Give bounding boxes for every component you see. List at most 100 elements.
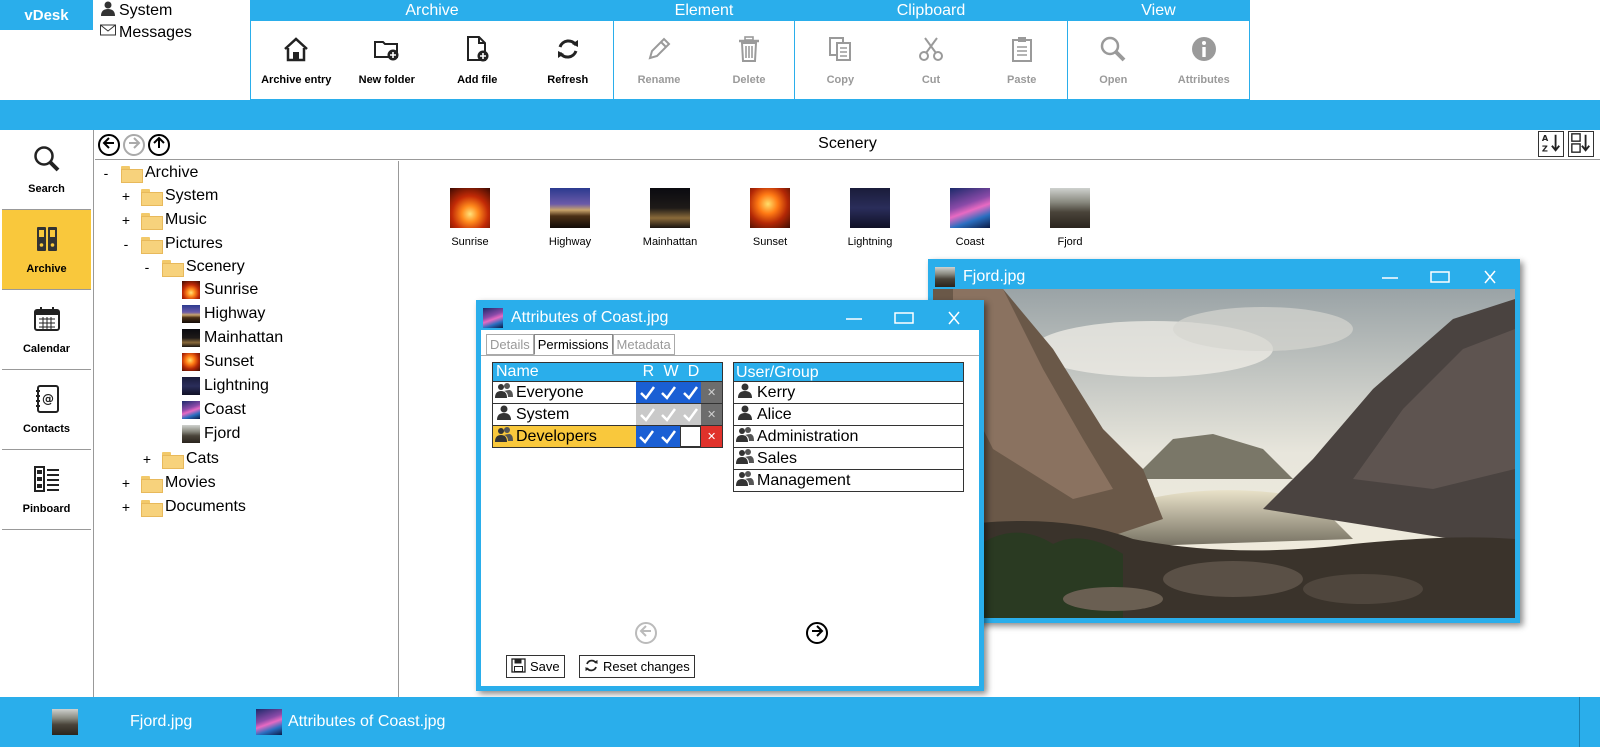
archive-entry-button[interactable]: Archive entry (251, 21, 342, 100)
new-folder-label: New folder (358, 74, 415, 86)
tree-item-file[interactable]: Mainhattan (182, 327, 283, 349)
permission-row-system[interactable]: System ✕ (492, 404, 723, 426)
move-right-button[interactable] (806, 622, 828, 644)
nav-contacts[interactable]: @ Contacts (2, 370, 91, 450)
nav-calendar[interactable]: Calendar (2, 290, 91, 370)
tree-item-archive[interactable]: - Archive (99, 162, 198, 184)
user-icon (736, 403, 754, 426)
collapse-toggle[interactable]: - (140, 259, 154, 275)
app-brand[interactable]: vDesk (0, 0, 93, 30)
file-thumbnail[interactable]: Mainhattan (620, 188, 720, 248)
taskbar-item-attributes[interactable]: Attributes of Coast.jpg (256, 709, 445, 735)
save-button[interactable]: Save (506, 655, 565, 678)
rename-button[interactable]: Rename (614, 21, 704, 100)
image-preview (1050, 188, 1090, 228)
tab-metadata[interactable]: Metadata (612, 334, 675, 355)
user-row[interactable]: Alice (733, 404, 964, 426)
remove-entry-button[interactable]: ✕ (701, 404, 723, 425)
write-checkbox[interactable] (657, 426, 680, 447)
attribute-tabs: Details Permissions Metadata (486, 334, 675, 355)
file-thumbnail[interactable]: Sunset (720, 188, 820, 248)
folder-icon (141, 188, 163, 206)
nav-archive[interactable]: Archive (2, 210, 91, 290)
write-checkbox[interactable] (657, 382, 680, 403)
tree-item-movies[interactable]: + Movies (119, 472, 216, 494)
taskbar-item-fjord[interactable]: Fjord.jpg (52, 709, 192, 735)
group-row[interactable]: Management (733, 470, 964, 492)
tree-item-label: Coast (204, 401, 246, 418)
tree-item-system[interactable]: + System (119, 185, 218, 207)
window-titlebar[interactable]: Attributes of Coast.jpg (481, 305, 979, 330)
tree-item-cats[interactable]: + Cats (140, 448, 219, 470)
tree-item-file[interactable]: Lightning (182, 375, 269, 397)
read-checkbox[interactable] (636, 382, 658, 403)
minimize-button[interactable] (829, 305, 879, 330)
maximize-button[interactable] (1415, 264, 1465, 289)
nav-search[interactable]: Search (2, 130, 91, 210)
close-button[interactable] (929, 305, 979, 330)
user-row[interactable]: Kerry (733, 382, 964, 404)
nav-pinboard[interactable]: Pinboard (2, 450, 91, 530)
close-button[interactable] (1465, 264, 1515, 289)
delete-checkbox[interactable] (679, 404, 702, 425)
tree-item-scenery[interactable]: - Scenery (140, 256, 245, 278)
tree-item-file[interactable]: Sunset (182, 351, 254, 373)
file-thumbnail[interactable]: Sunrise (420, 188, 520, 248)
group-icon (736, 425, 754, 448)
column-name: Name (496, 363, 539, 380)
remove-entry-button[interactable]: ✕ (701, 426, 722, 447)
permission-row-everyone[interactable]: Everyone ✕ (492, 382, 723, 404)
delete-checkbox[interactable] (679, 426, 702, 447)
minimize-button[interactable] (1365, 264, 1415, 289)
expand-toggle[interactable]: + (140, 451, 154, 467)
taskbar: Fjord.jpg Attributes of Coast.jpg (0, 697, 1600, 747)
window-titlebar[interactable]: Fjord.jpg (933, 264, 1515, 289)
collapse-toggle[interactable]: - (99, 165, 113, 181)
paste-button[interactable]: Paste (976, 21, 1067, 100)
remove-entry-button[interactable]: ✕ (701, 382, 723, 403)
group-row[interactable]: Administration (733, 426, 964, 448)
tree-item-documents[interactable]: + Documents (119, 496, 246, 518)
permission-row-developers[interactable]: Developers ✕ (492, 426, 723, 448)
collapse-toggle[interactable]: - (119, 236, 133, 252)
tree-item-file[interactable]: Fjord (182, 423, 240, 445)
tree-item-file[interactable]: Coast (182, 399, 246, 421)
reset-changes-button[interactable]: Reset changes (579, 655, 695, 678)
write-checkbox[interactable] (657, 404, 680, 425)
tab-details[interactable]: Details (486, 334, 534, 355)
read-checkbox[interactable] (636, 404, 658, 425)
move-left-button[interactable] (635, 622, 657, 644)
expand-toggle[interactable]: + (119, 499, 133, 515)
copy-button[interactable]: Copy (795, 21, 886, 100)
expand-toggle[interactable]: + (119, 212, 133, 228)
file-thumbnail[interactable]: Highway (520, 188, 620, 248)
tab-permissions[interactable]: Permissions (533, 334, 613, 355)
sort-type-button[interactable] (1568, 131, 1594, 157)
read-checkbox[interactable] (636, 426, 658, 447)
file-thumbnail[interactable]: Coast (920, 188, 1020, 248)
delete-button[interactable]: Delete (704, 21, 794, 100)
refresh-button[interactable]: Refresh (523, 21, 614, 100)
group-row[interactable]: Sales (733, 448, 964, 470)
add-file-button[interactable]: Add file (432, 21, 523, 100)
open-button[interactable]: Open (1068, 21, 1159, 100)
tree-item-pictures[interactable]: - Pictures (119, 233, 223, 255)
expand-toggle[interactable]: + (119, 475, 133, 491)
expand-toggle[interactable]: + (119, 188, 133, 204)
tree-item-music[interactable]: + Music (119, 209, 207, 231)
users-groups-table: User/Group Kerry Alice Administration Sa… (733, 362, 964, 492)
new-folder-button[interactable]: New folder (342, 21, 433, 100)
ribbon-group-element: Element Rename Delete (613, 0, 795, 100)
tree-item-file[interactable]: Highway (182, 303, 265, 325)
file-thumbnail[interactable]: Fjord (1020, 188, 1120, 248)
maximize-button[interactable] (879, 305, 929, 330)
attributes-button[interactable]: Attributes (1159, 21, 1250, 100)
tree-item-file[interactable]: Sunrise (182, 279, 258, 301)
svg-text:A: A (1542, 133, 1549, 143)
user-menu-messages[interactable]: Messages (100, 22, 192, 44)
cut-button[interactable]: Cut (886, 21, 977, 100)
file-thumbnail[interactable]: Lightning (820, 188, 920, 248)
delete-checkbox[interactable] (679, 382, 702, 403)
user-menu-system[interactable]: System (100, 0, 192, 22)
sort-alpha-button[interactable]: AZ (1538, 131, 1564, 157)
